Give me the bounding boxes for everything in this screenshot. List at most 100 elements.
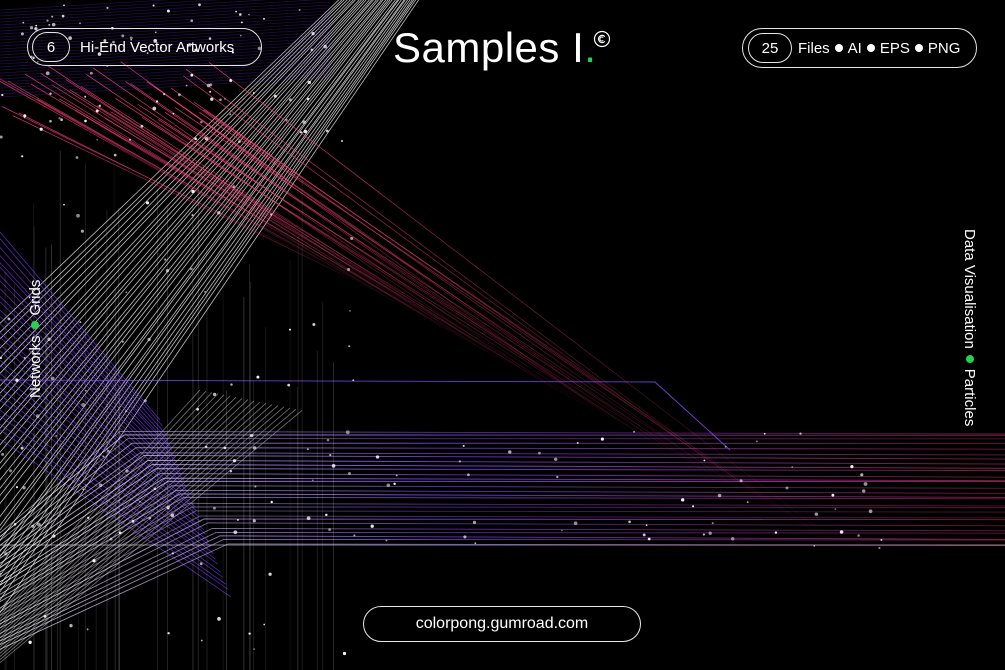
particle-dot [210,97,214,101]
formats-list: Files AI EPS PNG [798,40,960,57]
particle-dot [731,537,735,541]
particle-dot [51,22,56,27]
particle-dot [166,507,170,510]
particle-dot [285,118,288,122]
bullet-icon [914,43,923,52]
particle-dot [860,473,864,477]
particle-dot [347,267,351,272]
art-band [0,506,1005,613]
particle-dot [839,530,844,534]
art-line [146,81,693,466]
particle-dot [785,486,789,490]
particle-dot [861,489,866,493]
store-url-link[interactable]: colorpong.gumroad.com [363,606,641,642]
particle-dot [288,98,292,102]
particle-dot [252,519,256,523]
particle-dot [600,437,604,441]
particle-dot [472,520,477,525]
particle-dot [152,106,157,111]
particle-dot [857,534,860,537]
art-band [0,493,1005,599]
particle-dot [463,535,467,539]
particle-dot [814,512,818,516]
particle-dot [81,403,86,407]
particle-dot [23,116,26,119]
particle-dot [152,4,155,7]
particle-dot [31,524,35,528]
particle-dot [229,79,233,82]
particle-dot [63,4,65,7]
particle-dot [273,94,277,98]
particle-dot [328,528,331,531]
particle-dot [190,19,194,23]
particle-dot [868,509,873,514]
particle-dot [708,531,712,535]
particle-dot [147,337,151,342]
particle-dot [51,15,54,18]
particle-dot [331,464,336,468]
particle-dot [880,538,883,541]
particle-dot [50,376,55,381]
art-line [130,83,652,444]
label-data-visualisation: Data Visualisation [961,229,978,349]
particle-dot [1,93,4,97]
particle-dot [248,13,250,16]
particle-dot [20,32,24,36]
particle-dot [28,640,32,644]
art-line [185,68,791,520]
particle-dot [191,214,194,217]
particle-dot [311,32,315,36]
particle-dot [21,155,24,158]
art-line [30,83,404,307]
particle-dot [302,120,306,124]
particle-dot [49,119,52,123]
particle-dot [167,632,170,635]
particle-dot [340,139,344,143]
title-text: Samples I [393,24,585,71]
particle-dot [474,542,477,545]
particle-dot [252,92,255,94]
particle-dot [235,10,237,13]
particle-dot [190,73,194,77]
particle-dot [107,449,110,453]
particle-dot [96,138,99,141]
particle-dot [76,213,80,218]
particle-dot [230,383,233,386]
particle-dot [878,546,881,550]
art-line [0,1,331,23]
particle-dot [52,534,56,538]
particle-dot [467,473,470,477]
particle-dot [755,440,758,443]
green-bullet-icon [966,354,974,363]
particle-dot [191,189,195,194]
bullet-icon [866,43,875,52]
particle-dot [37,522,41,527]
particle-dot [250,433,254,438]
particle-dot [185,84,188,87]
particle-dot [348,472,351,475]
particle-dot [799,432,802,435]
particle-dot [200,639,203,642]
particle-dot [312,322,316,327]
particle-dot [194,137,197,141]
particle-dot [82,488,85,491]
particle-dot [561,529,563,532]
particle-dot [0,356,3,360]
particle-dot [204,290,206,293]
particle-dot [647,537,651,541]
particle-dot [256,375,260,379]
art-line [104,117,588,409]
art-line [115,98,615,423]
particle-dot [172,112,175,115]
particle-dot [349,310,351,312]
particle-dot [0,135,3,139]
particle-dot [138,500,141,503]
particle-dot [270,500,273,504]
particle-dot [209,90,212,93]
particle-dot [375,455,380,459]
particle-dot [352,379,355,382]
art-line [164,112,738,491]
particle-dot [200,120,203,124]
particle-dot [370,524,374,528]
particle-dot [395,474,398,477]
